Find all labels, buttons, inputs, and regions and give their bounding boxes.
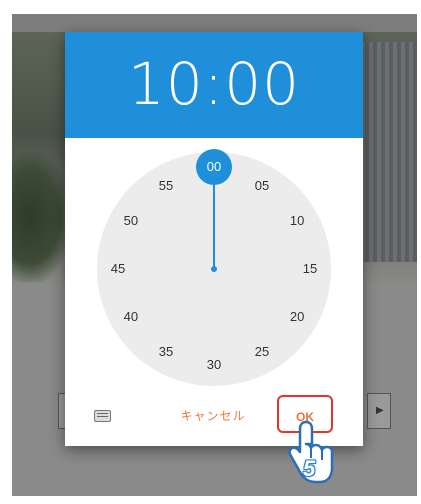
cancel-button[interactable]: キャンセル — [171, 402, 255, 428]
minute-label-15[interactable]: 15 — [295, 259, 325, 279]
minute-label-35[interactable]: 35 — [151, 342, 181, 362]
minute-label-05[interactable]: 05 — [247, 176, 277, 196]
minute-label-20[interactable]: 20 — [282, 307, 312, 327]
minute-label-50[interactable]: 50 — [116, 211, 146, 231]
minute-label-30[interactable]: 30 — [199, 355, 229, 375]
minute-label-45[interactable]: 45 — [103, 259, 133, 279]
step-number-badge: 5 — [303, 456, 316, 481]
clock-face[interactable]: 00 05 10 15 20 25 30 35 40 45 50 55 — [97, 149, 331, 386]
minute-label-25[interactable]: 25 — [247, 342, 277, 362]
dialog-header: 10:00 — [65, 32, 363, 138]
time-picker-dialog: 10:00 00 05 10 15 20 25 30 35 40 45 50 55 キャンセル OK — [65, 32, 363, 446]
next-arrow-box: ▶ — [367, 393, 391, 429]
background-tree — [12, 152, 72, 282]
keyboard-icon[interactable] — [94, 410, 111, 422]
minute-label-40[interactable]: 40 — [116, 307, 146, 327]
clock-center-dot — [211, 266, 217, 272]
time-display[interactable]: 10:00 — [65, 50, 363, 118]
minute-label-55[interactable]: 55 — [151, 176, 181, 196]
minute-label-00[interactable]: 00 — [196, 149, 232, 185]
background-building — [357, 42, 417, 262]
minute-label-10[interactable]: 10 — [282, 211, 312, 231]
